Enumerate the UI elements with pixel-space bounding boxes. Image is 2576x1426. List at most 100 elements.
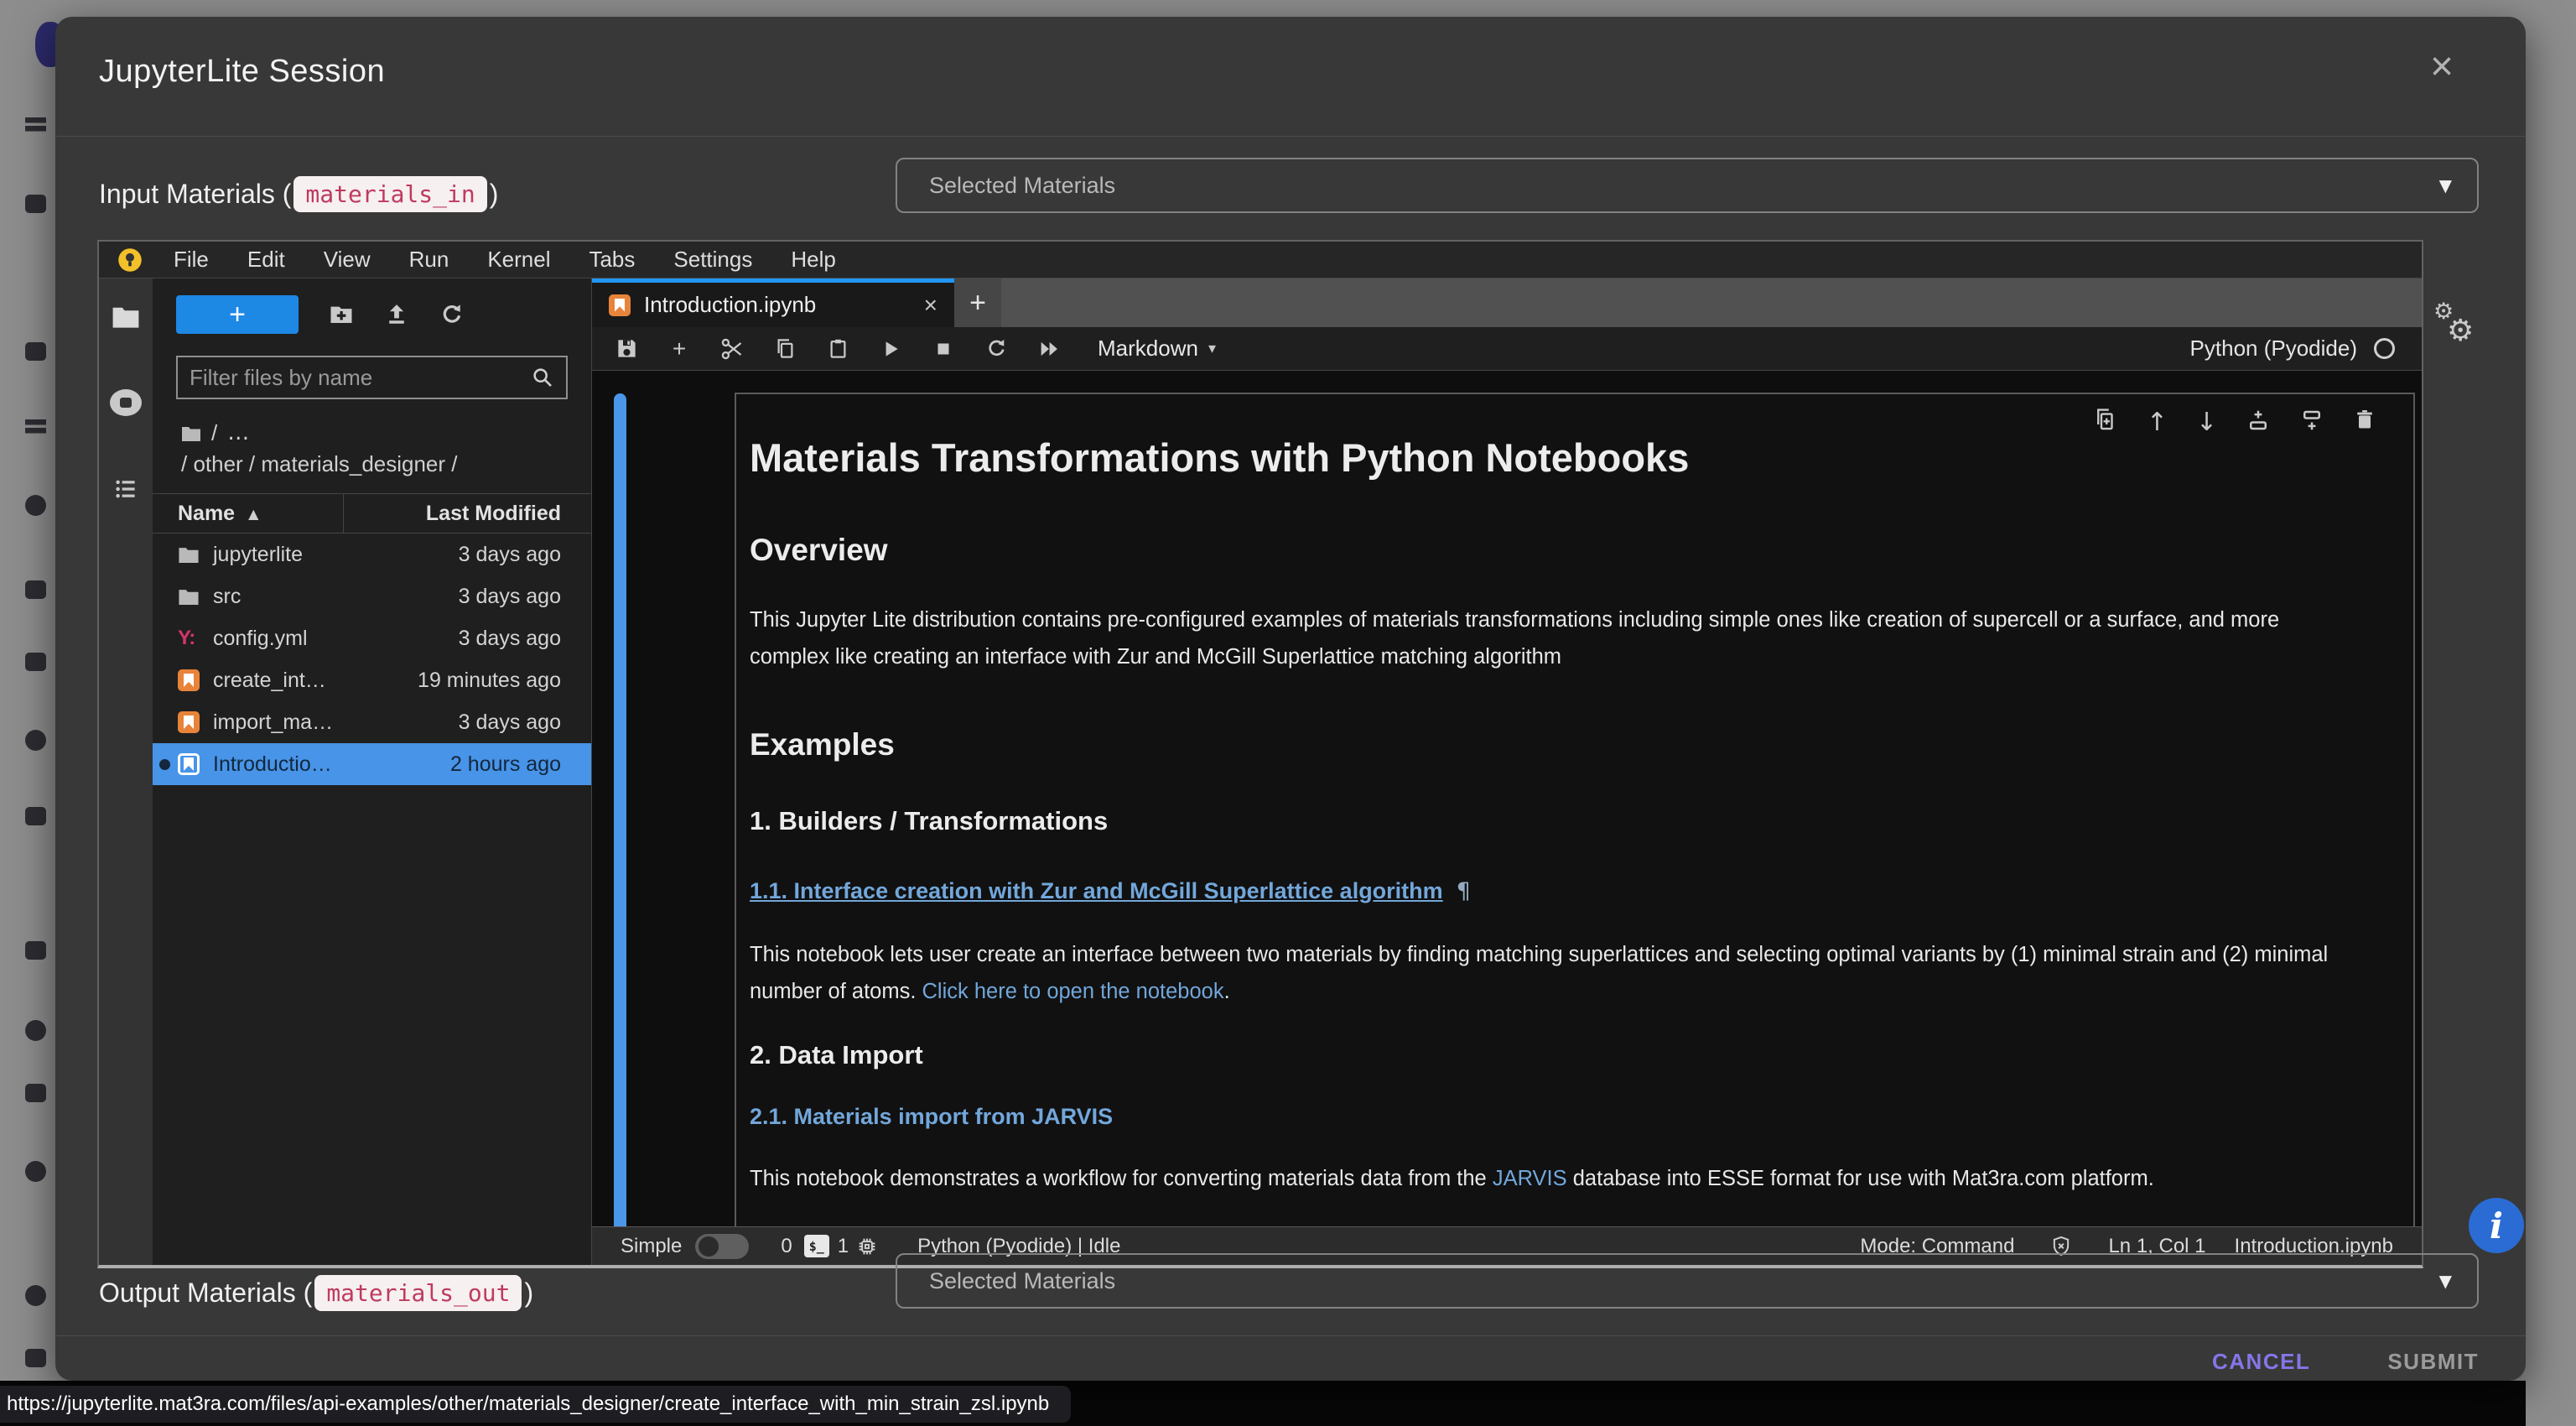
menu-file[interactable]: File <box>154 247 228 273</box>
info-button[interactable]: i <box>2469 1198 2524 1253</box>
jarvis-link[interactable]: JARVIS <box>1493 1167 1567 1190</box>
refresh-icon[interactable] <box>439 302 465 327</box>
table-of-contents-tab-icon[interactable] <box>112 476 140 502</box>
modal-title: JupyterLite Session <box>99 54 385 90</box>
submit-button[interactable]: SUBMIT <box>2387 1349 2479 1375</box>
file-row-create-interface[interactable]: create_int… 19 minutes ago <box>153 659 591 701</box>
column-header-modified[interactable]: Last Modified <box>344 502 591 526</box>
markdown-cell[interactable]: ↑ ↓ <box>735 393 2415 1226</box>
notebook-h1: Materials Transformations with Python No… <box>750 435 2363 481</box>
file-browser-tab-icon[interactable] <box>112 305 140 329</box>
insert-cell-icon[interactable]: + <box>667 336 692 362</box>
interface-creation-link[interactable]: 1.1. Interface creation with Zur and McG… <box>750 878 1443 903</box>
menu-settings[interactable]: Settings <box>654 247 771 273</box>
kernel-name[interactable]: Python (Pyodide) <box>2190 336 2357 362</box>
run-all-icon[interactable] <box>1036 337 1062 361</box>
unsaved-dot-icon <box>159 759 170 770</box>
delete-cell-icon[interactable] <box>2353 408 2376 437</box>
move-cell-down-icon[interactable]: ↓ <box>2196 408 2217 437</box>
save-icon[interactable] <box>614 337 639 360</box>
menu-run[interactable]: Run <box>390 247 469 273</box>
paste-icon[interactable] <box>825 337 850 360</box>
terminal-icon[interactable]: $_ <box>804 1235 829 1257</box>
input-materials-label: Input Materials (materials_in) <box>99 166 498 221</box>
pilcrow-anchor[interactable]: ¶ <box>1457 878 1471 904</box>
file-filter-input[interactable] <box>190 365 531 391</box>
jarvis-import-link[interactable]: 2.1. Materials import from JARVIS <box>750 1104 1113 1129</box>
output-materials-label: Output Materials (materials_out) <box>99 1265 533 1320</box>
output-materials-dropdown[interactable]: Selected Materials ▼ <box>896 1253 2479 1309</box>
background-app-icon <box>25 342 46 361</box>
jupyterlab-frame: File Edit View Run Kernel Tabs Settings … <box>97 240 2423 1268</box>
open-notebook-link[interactable]: Click here to open the notebook <box>922 980 1224 1003</box>
new-folder-icon[interactable] <box>329 302 354 327</box>
sort-ascending-icon: ▲ <box>248 506 258 522</box>
interface-paragraph: This notebook lets user create an interf… <box>750 936 2363 1010</box>
breadcrumb-root[interactable]: / <box>211 418 217 449</box>
run-icon[interactable] <box>878 338 903 360</box>
file-row-introduction-selected[interactable]: Introductio… 2 hours ago <box>153 743 591 785</box>
background-app-icon <box>25 653 46 671</box>
insert-cell-below-icon[interactable] <box>2299 408 2324 437</box>
home-folder-icon[interactable] <box>181 425 201 442</box>
cut-icon[interactable] <box>719 337 745 361</box>
insert-cell-above-icon[interactable] <box>2246 408 2271 437</box>
background-app-icon <box>25 1161 46 1182</box>
restart-kernel-icon[interactable] <box>984 337 1009 360</box>
file-row-import-material[interactable]: import_ma… 3 days ago <box>153 701 591 743</box>
move-cell-up-icon[interactable]: ↑ <box>2147 408 2168 437</box>
kernel-status-icon[interactable] <box>2374 338 2395 359</box>
background-app-icon <box>25 117 46 136</box>
notebook-file-icon <box>178 753 200 775</box>
simple-mode-label: Simple <box>621 1235 682 1258</box>
overview-paragraph: This Jupyter Lite distribution contains … <box>750 601 2363 675</box>
kernel-chip-icon[interactable] <box>855 1235 879 1258</box>
chevron-down-icon: ▼ <box>2439 1271 2452 1291</box>
jupyterlite-session-modal: JupyterLite Session × Input Materials (m… <box>55 17 2526 1381</box>
modal-close-icon[interactable]: × <box>2430 47 2454 87</box>
menu-help[interactable]: Help <box>771 247 854 273</box>
settings-gears-icon[interactable]: ⚙ ⚙ <box>2433 299 2492 357</box>
search-icon[interactable] <box>531 366 554 389</box>
duplicate-cell-icon[interactable] <box>2093 408 2118 437</box>
cell-collapser-bar[interactable] <box>614 393 626 1226</box>
copy-icon[interactable] <box>772 337 797 360</box>
breadcrumb-path[interactable]: / other / materials_designer / <box>181 449 591 480</box>
background-app-icon <box>25 195 46 213</box>
file-row-src[interactable]: src 3 days ago <box>153 575 591 617</box>
menu-view[interactable]: View <box>304 247 390 273</box>
notebook-panel: Introduction.ipynb × + + <box>592 278 2422 1265</box>
menu-kernel[interactable]: Kernel <box>468 247 569 273</box>
menu-tabs[interactable]: Tabs <box>569 247 654 273</box>
simple-mode-toggle[interactable] <box>695 1234 749 1259</box>
divider <box>55 1335 2526 1336</box>
tab-close-icon[interactable]: × <box>924 292 937 319</box>
new-tab-button[interactable]: + <box>954 278 1001 327</box>
notebook-file-icon <box>178 669 200 691</box>
upload-icon[interactable] <box>384 302 409 327</box>
input-materials-dropdown[interactable]: Selected Materials ▼ <box>896 158 2479 213</box>
folder-icon <box>178 588 200 606</box>
background-app-icon <box>25 1084 46 1102</box>
background-app-icon <box>25 730 46 751</box>
background-app-icon <box>25 580 46 599</box>
markdown-rendered: Materials Transformations with Python No… <box>736 394 2413 1197</box>
running-sessions-tab-icon[interactable] <box>110 389 142 416</box>
cell-type-dropdown[interactable]: Markdown ▾ <box>1098 336 1216 362</box>
background-app-icon <box>25 807 46 825</box>
builders-heading: 1. Builders / Transformations <box>750 806 2363 836</box>
breadcrumb-ellipsis[interactable]: … <box>227 418 249 449</box>
notebook-content: ↑ ↓ <box>592 371 2422 1226</box>
new-launcher-button[interactable]: + <box>176 295 299 334</box>
file-row-config-yml[interactable]: Y: config.yml 3 days ago <box>153 617 591 659</box>
terminals-count[interactable]: 0 <box>781 1235 792 1258</box>
kernels-count[interactable]: 1 <box>838 1235 849 1258</box>
tab-introduction-ipynb[interactable]: Introduction.ipynb × <box>592 278 954 327</box>
stop-icon[interactable] <box>931 338 956 360</box>
file-row-jupyterlite[interactable]: jupyterlite 3 days ago <box>153 533 591 575</box>
chevron-down-icon: ▼ <box>2439 175 2452 195</box>
background-app-icon <box>25 1020 46 1041</box>
column-header-name[interactable]: Name ▲ <box>153 494 344 533</box>
menu-edit[interactable]: Edit <box>228 247 304 273</box>
cancel-button[interactable]: CANCEL <box>2212 1349 2310 1375</box>
